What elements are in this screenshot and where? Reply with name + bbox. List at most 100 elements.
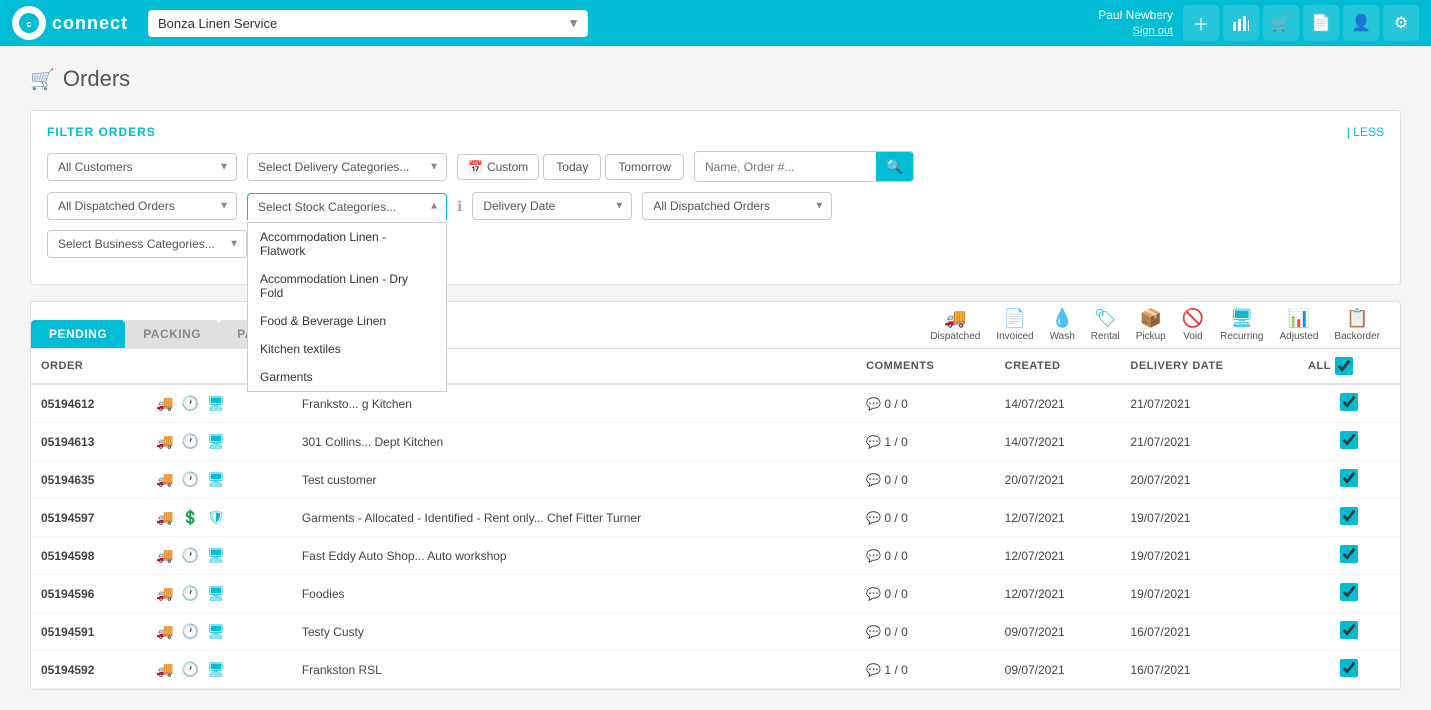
order-number[interactable]: 05194592 (31, 651, 146, 689)
row-icon-monitor[interactable]: 🖥 (207, 395, 225, 412)
recurring-action[interactable]: 🖥 Recurring (1220, 308, 1263, 342)
row-checkbox[interactable] (1340, 393, 1358, 411)
row-icon-truck[interactable]: 🚚 (156, 585, 173, 602)
adjusted-action[interactable]: 📊 Adjusted (1280, 308, 1319, 342)
cart-icon-button[interactable]: 🛒 (1263, 5, 1299, 41)
dispatched-select-wrapper[interactable]: All Dispatched Orders ▼ (47, 192, 237, 220)
dispatched-select[interactable]: All Dispatched Orders (47, 192, 237, 220)
customers-select-wrapper[interactable]: All Customers ▼ (47, 153, 237, 181)
row-icon-clock[interactable]: 🕐 (182, 623, 199, 640)
order-number[interactable]: 05194591 (31, 613, 146, 651)
rental-action[interactable]: 🏷 Rental (1091, 308, 1120, 342)
document-icon-button[interactable]: 📄 (1303, 5, 1339, 41)
search-input[interactable] (695, 154, 876, 180)
date-type-select-wrapper[interactable]: Delivery Date Order Date Created Date ▼ (472, 192, 632, 220)
row-icon-shield[interactable]: 🛡 (207, 509, 225, 526)
row-checkbox[interactable] (1340, 469, 1358, 487)
dropdown-item-food-beverage[interactable]: Food & Beverage Linen (248, 307, 446, 335)
row-icon-clock[interactable]: 🕐 (182, 433, 199, 450)
row-icon-clock[interactable]: 🕐 (182, 547, 199, 564)
void-label: Void (1183, 331, 1202, 342)
delivery-categories-select-wrapper[interactable]: Select Delivery Categories... ▼ (247, 153, 447, 181)
filter-title: FILTER ORDERS (47, 125, 1384, 139)
row-icon-monitor[interactable]: 🖥 (207, 433, 225, 450)
dropdown-item-kitchen-textiles[interactable]: Kitchen textiles (248, 335, 446, 363)
business-categories-select[interactable]: Select Business Categories... (47, 230, 247, 258)
row-checkbox[interactable] (1340, 545, 1358, 563)
customers-select[interactable]: All Customers (47, 153, 237, 181)
row-icon-truck[interactable]: 🚚 (156, 623, 173, 640)
business-categories-select-wrapper[interactable]: Select Business Categories... ▼ (47, 230, 247, 258)
row-checkbox[interactable] (1340, 621, 1358, 639)
customer-name: Test customer (292, 461, 856, 499)
dropdown-item-garments[interactable]: Garments (248, 363, 446, 391)
order-number[interactable]: 05194612 (31, 384, 146, 423)
row-icon-clock[interactable]: 🕐 (182, 471, 199, 488)
order-number[interactable]: 05194635 (31, 461, 146, 499)
top-nav: c connect Bonza Linen Service ▼ Paul New… (0, 0, 1431, 46)
void-action[interactable]: 🚫 Void (1182, 308, 1204, 342)
row-icon-monitor[interactable]: 🖥 (207, 471, 225, 488)
order-number[interactable]: 05194613 (31, 423, 146, 461)
search-button[interactable]: 🔍 (876, 152, 913, 181)
row-icon-monitor[interactable]: 🖥 (207, 623, 225, 640)
table-row: 05194591 🚚 🕐 🖥 Testy Custy 💬 0 / 0 09/07… (31, 613, 1400, 651)
row-checkbox[interactable] (1340, 659, 1358, 677)
row-checkbox-cell (1298, 537, 1400, 575)
today-button[interactable]: Today (543, 154, 601, 180)
gear-icon-button[interactable]: ⚙ (1383, 5, 1419, 41)
stock-categories-dropdown-wrapper[interactable]: Select Stock Categories... ▲ Accommodati… (247, 193, 447, 220)
delivery-date: 19/07/2021 (1120, 537, 1298, 575)
chart-icon-button[interactable] (1223, 5, 1259, 41)
order-number[interactable]: 05194598 (31, 537, 146, 575)
wash-label: Wash (1050, 331, 1075, 342)
stock-categories-select[interactable]: Select Stock Categories... (247, 193, 447, 220)
company-selector[interactable]: Bonza Linen Service ▼ (148, 10, 588, 37)
company-select[interactable]: Bonza Linen Service (148, 10, 588, 37)
action-icons-row: 🚚 Dispatched 📄 Invoiced 💧 Wash 🏷 Rental … (930, 302, 1390, 348)
sign-out-link[interactable]: Sign out (1098, 24, 1173, 39)
th-delivery: DELIVERY DATE (1120, 349, 1298, 384)
row-icon-truck[interactable]: 🚚 (156, 547, 173, 564)
dispatched2-select-wrapper[interactable]: All Dispatched Orders ▼ (642, 192, 832, 220)
customer-name: Fast Eddy Auto Shop... Auto workshop (292, 537, 856, 575)
custom-date-button[interactable]: 📅 Custom (457, 154, 539, 180)
user-icon-button[interactable]: 👤 (1343, 5, 1379, 41)
tomorrow-button[interactable]: Tomorrow (605, 154, 684, 180)
dispatched2-select[interactable]: All Dispatched Orders (642, 192, 832, 220)
dispatched-action[interactable]: 🚚 Dispatched (930, 308, 980, 342)
row-icon-truck[interactable]: 🚚 (156, 433, 173, 450)
pickup-label: Pickup (1136, 331, 1166, 342)
row-icon-clock[interactable]: 🕐 (182, 585, 199, 602)
row-checkbox[interactable] (1340, 431, 1358, 449)
dropdown-item-accommodation-dryfold[interactable]: Accommodation Linen - Dry Fold (248, 265, 446, 307)
row-icon-truck[interactable]: 🚚 (156, 471, 173, 488)
pickup-action[interactable]: 📦 Pickup (1136, 308, 1166, 342)
add-icon-button[interactable]: ＋ (1183, 5, 1219, 41)
row-icon-dollar[interactable]: 💲 (182, 509, 199, 526)
row-icon-truck[interactable]: 🚚 (156, 661, 173, 678)
row-icon-monitor[interactable]: 🖥 (207, 547, 225, 564)
row-icon-truck[interactable]: 🚚 (156, 509, 173, 526)
order-number[interactable]: 05194596 (31, 575, 146, 613)
tab-pending[interactable]: PENDING (31, 320, 125, 348)
comment-value: 💬 0 / 0 (856, 461, 995, 499)
row-icon-truck[interactable]: 🚚 (156, 395, 173, 412)
delivery-categories-select[interactable]: Select Delivery Categories... (247, 153, 447, 181)
tab-packing[interactable]: PACKING (125, 320, 219, 348)
wash-action[interactable]: 💧 Wash (1050, 308, 1075, 342)
row-icon-monitor[interactable]: 🖥 (207, 661, 225, 678)
order-number[interactable]: 05194597 (31, 499, 146, 537)
page-title-row: 🛒 Orders (30, 66, 1401, 92)
row-icon-clock[interactable]: 🕐 (182, 395, 199, 412)
backorder-action[interactable]: 📋 Backorder (1334, 308, 1380, 342)
date-type-select[interactable]: Delivery Date Order Date Created Date (472, 192, 632, 220)
row-icon-clock[interactable]: 🕐 (182, 661, 199, 678)
row-icon-monitor[interactable]: 🖥 (207, 585, 225, 602)
dropdown-item-accommodation-flatwork[interactable]: Accommodation Linen - Flatwork (248, 223, 446, 265)
filter-less-button[interactable]: | LESS (1347, 125, 1384, 139)
select-all-checkbox[interactable] (1335, 357, 1353, 375)
invoiced-action[interactable]: 📄 Invoiced (996, 308, 1033, 342)
row-checkbox[interactable] (1340, 507, 1358, 525)
row-checkbox[interactable] (1340, 583, 1358, 601)
